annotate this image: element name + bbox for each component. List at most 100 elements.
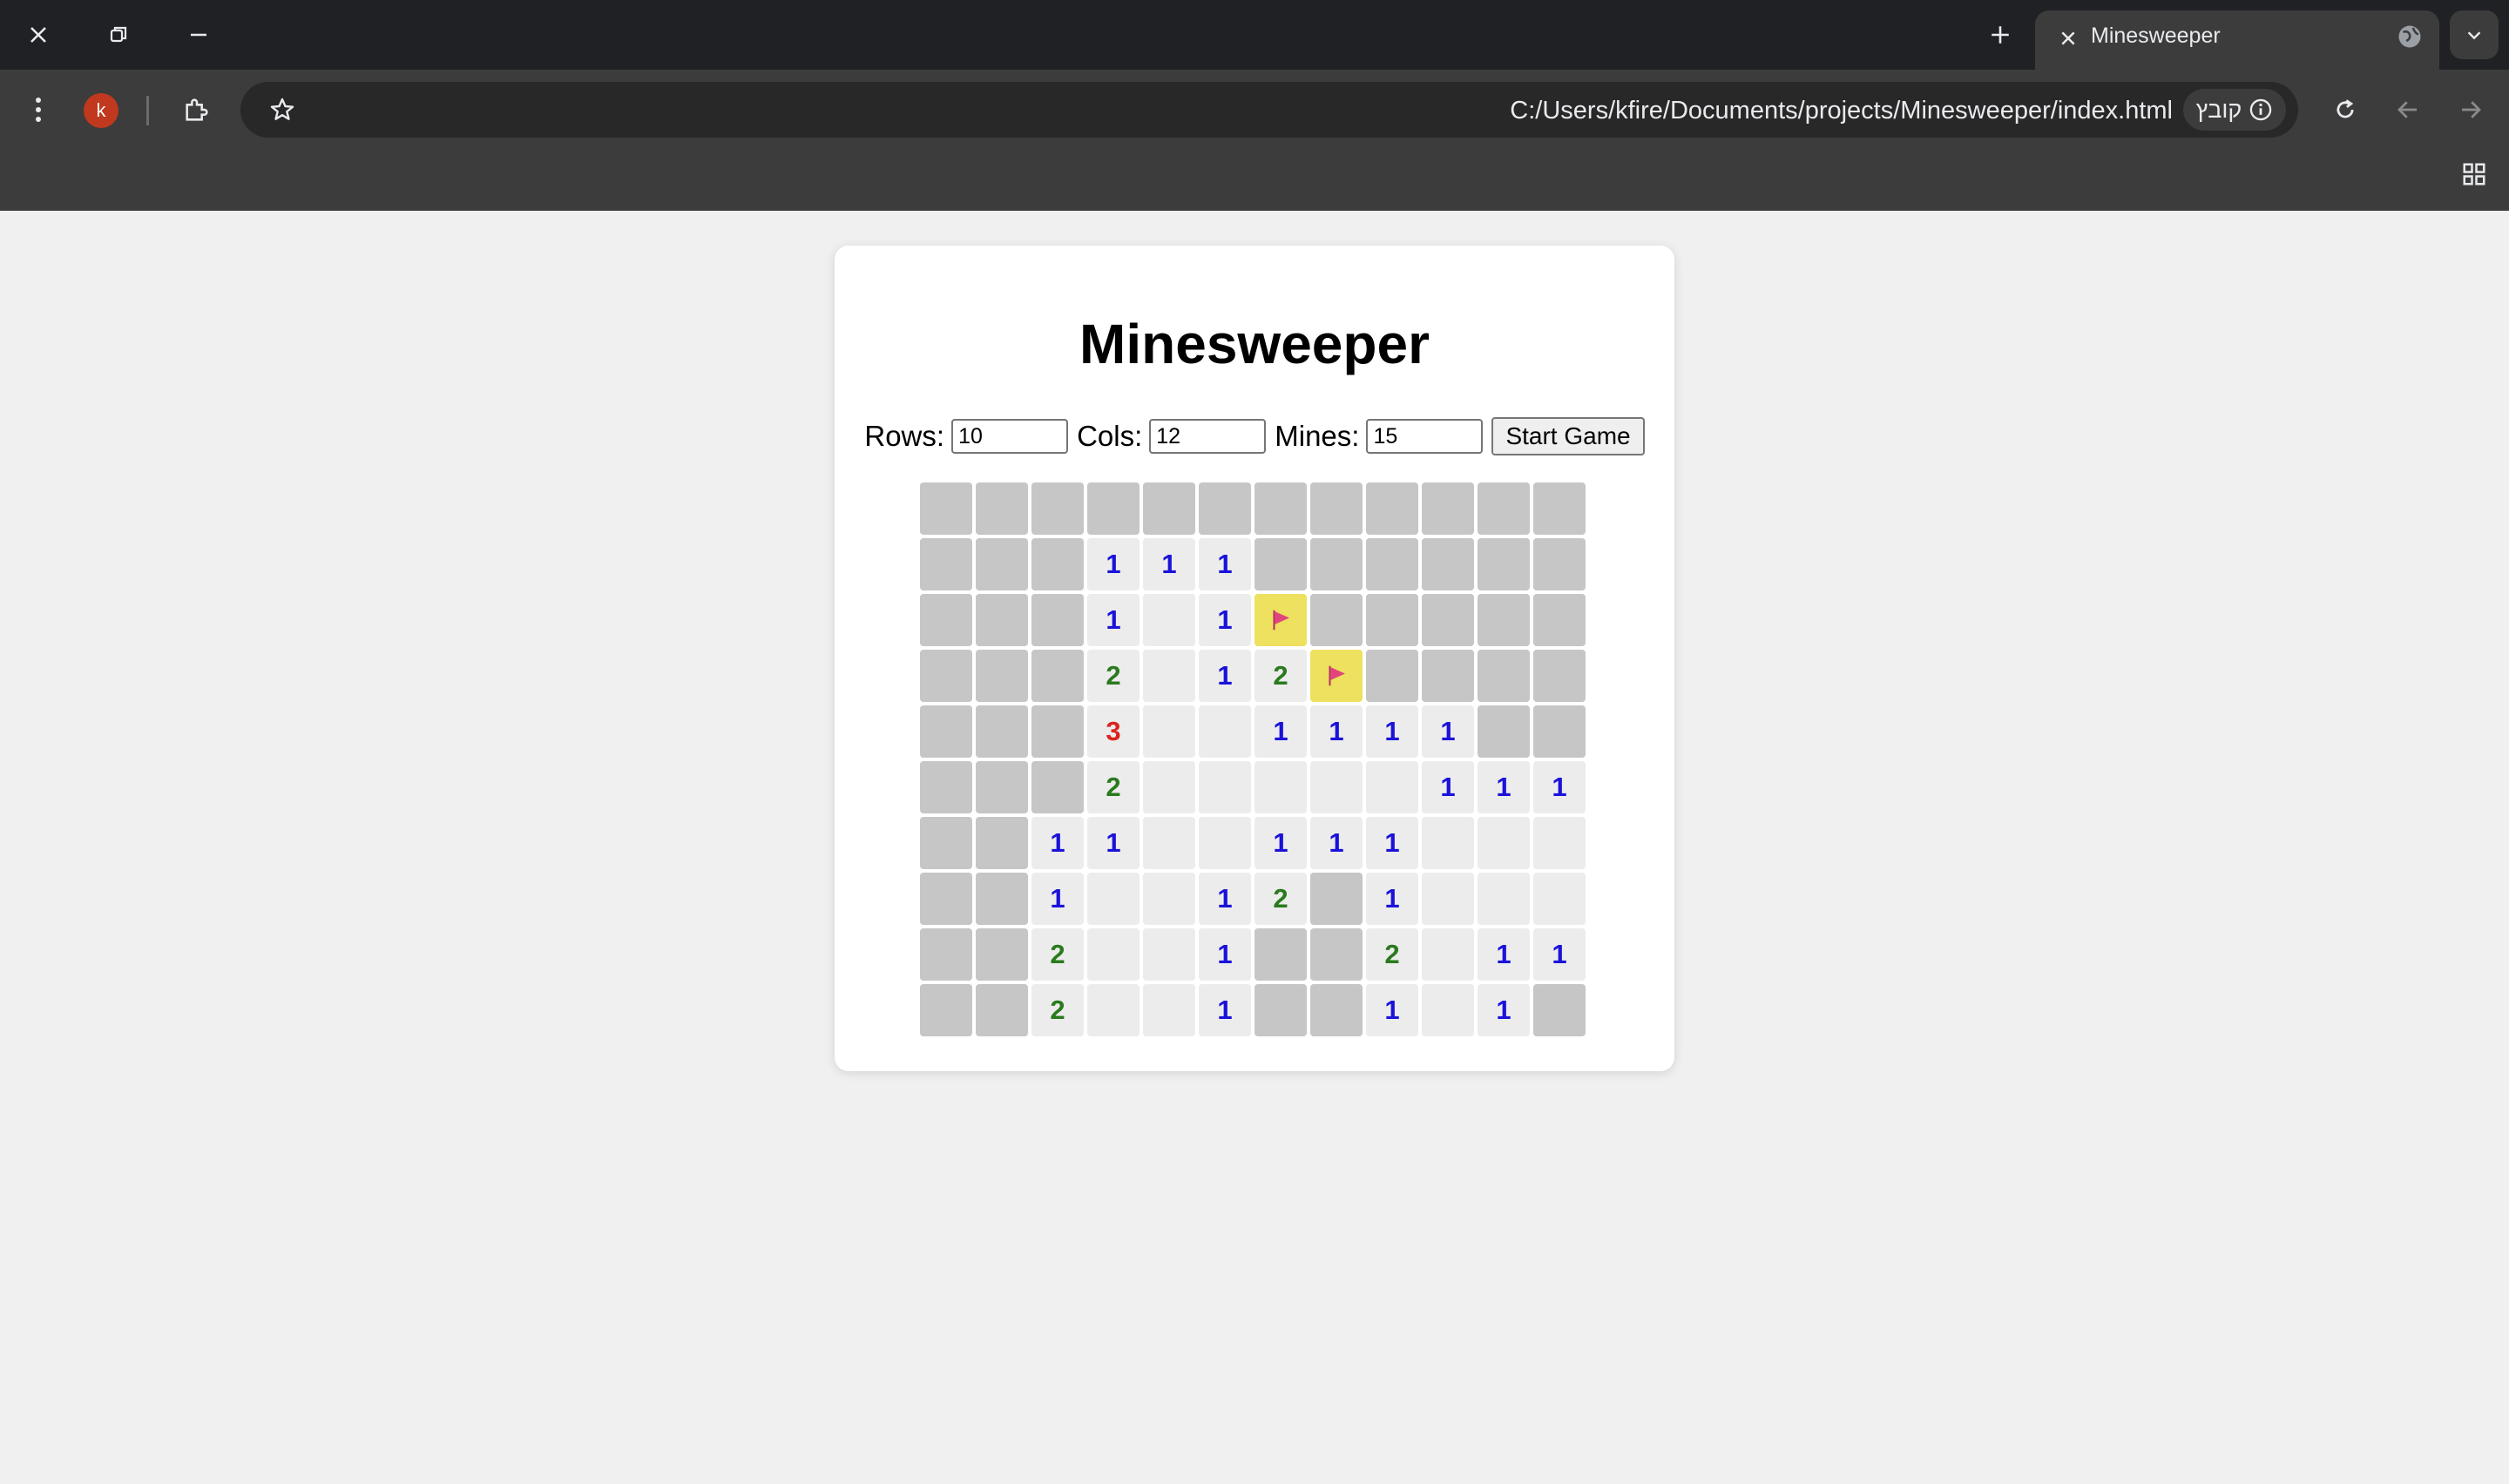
number-cell[interactable]: 3 [1087, 705, 1140, 758]
number-cell[interactable]: 1 [1254, 705, 1307, 758]
number-cell[interactable]: 1 [1478, 984, 1530, 1036]
number-cell[interactable]: 1 [1422, 761, 1474, 813]
hidden-cell[interactable] [1031, 650, 1084, 702]
hidden-cell[interactable] [1533, 594, 1586, 646]
browser-menu-button[interactable] [14, 85, 63, 134]
open-cell[interactable] [1254, 761, 1307, 813]
close-window-button[interactable] [10, 10, 66, 59]
hidden-cell[interactable] [1478, 594, 1530, 646]
hidden-cell[interactable] [920, 482, 972, 535]
hidden-cell[interactable] [976, 538, 1028, 590]
number-cell[interactable]: 1 [1199, 594, 1251, 646]
hidden-cell[interactable] [1310, 594, 1363, 646]
hidden-cell[interactable] [1533, 984, 1586, 1036]
open-cell[interactable] [1087, 928, 1140, 981]
hidden-cell[interactable] [1478, 705, 1530, 758]
number-cell[interactable]: 1 [1031, 817, 1084, 869]
hidden-cell[interactable] [1031, 482, 1084, 535]
number-cell[interactable]: 2 [1087, 761, 1140, 813]
number-cell[interactable]: 2 [1087, 650, 1140, 702]
hidden-cell[interactable] [1366, 538, 1418, 590]
hidden-cell[interactable] [1254, 482, 1307, 535]
hidden-cell[interactable] [1478, 482, 1530, 535]
number-cell[interactable]: 2 [1254, 650, 1307, 702]
hidden-cell[interactable] [920, 928, 972, 981]
rows-input[interactable] [951, 419, 1069, 454]
hidden-cell[interactable] [1310, 873, 1363, 925]
tab-close-button[interactable] [2053, 23, 2084, 54]
open-cell[interactable] [1143, 817, 1195, 869]
hidden-cell[interactable] [1533, 705, 1586, 758]
open-cell[interactable] [1143, 650, 1195, 702]
open-cell[interactable] [1143, 761, 1195, 813]
hidden-cell[interactable] [1031, 594, 1084, 646]
hidden-cell[interactable] [920, 873, 972, 925]
hidden-cell[interactable] [1310, 984, 1363, 1036]
number-cell[interactable]: 1 [1087, 538, 1140, 590]
number-cell[interactable]: 1 [1366, 984, 1418, 1036]
hidden-cell[interactable] [1422, 482, 1474, 535]
hidden-cell[interactable] [976, 594, 1028, 646]
open-cell[interactable] [1422, 873, 1474, 925]
tab-minesweeper[interactable]: Minesweeper [2035, 10, 2439, 70]
open-cell[interactable] [1143, 594, 1195, 646]
number-cell[interactable]: 1 [1031, 873, 1084, 925]
hidden-cell[interactable] [1254, 538, 1307, 590]
hidden-cell[interactable] [976, 650, 1028, 702]
hidden-cell[interactable] [920, 705, 972, 758]
hidden-cell[interactable] [1533, 482, 1586, 535]
minimize-window-button[interactable] [171, 10, 227, 59]
site-info-chip[interactable]: קובץ [2183, 89, 2286, 131]
flagged-cell[interactable] [1310, 650, 1363, 702]
hidden-cell[interactable] [976, 817, 1028, 869]
start-game-button[interactable]: Start Game [1491, 417, 1645, 455]
back-button[interactable] [2384, 85, 2432, 134]
url-text[interactable]: C:/Users/kfire/Documents/projects/Minesw… [1510, 82, 2173, 138]
number-cell[interactable]: 1 [1310, 705, 1363, 758]
number-cell[interactable]: 1 [1087, 817, 1140, 869]
hidden-cell[interactable] [920, 594, 972, 646]
number-cell[interactable]: 1 [1533, 761, 1586, 813]
address-bar[interactable]: C:/Users/kfire/Documents/projects/Minesw… [240, 82, 2298, 138]
number-cell[interactable]: 1 [1366, 705, 1418, 758]
hidden-cell[interactable] [1310, 538, 1363, 590]
number-cell[interactable]: 1 [1366, 817, 1418, 869]
open-cell[interactable] [1478, 817, 1530, 869]
number-cell[interactable]: 1 [1422, 705, 1474, 758]
number-cell[interactable]: 2 [1366, 928, 1418, 981]
forward-button[interactable] [2446, 85, 2495, 134]
extensions-button[interactable] [172, 85, 221, 134]
hidden-cell[interactable] [1533, 650, 1586, 702]
profile-avatar[interactable]: k [84, 93, 118, 128]
number-cell[interactable]: 1 [1366, 873, 1418, 925]
open-cell[interactable] [1143, 705, 1195, 758]
tab-search-button[interactable] [2450, 10, 2499, 59]
hidden-cell[interactable] [976, 705, 1028, 758]
open-cell[interactable] [1199, 705, 1251, 758]
hidden-cell[interactable] [976, 984, 1028, 1036]
number-cell[interactable]: 1 [1199, 873, 1251, 925]
number-cell[interactable]: 1 [1533, 928, 1586, 981]
hidden-cell[interactable] [1422, 538, 1474, 590]
number-cell[interactable]: 1 [1199, 538, 1251, 590]
new-tab-button[interactable] [1976, 10, 2025, 59]
hidden-cell[interactable] [976, 761, 1028, 813]
number-cell[interactable]: 1 [1254, 817, 1307, 869]
bookmark-button[interactable] [260, 87, 305, 132]
open-cell[interactable] [1087, 984, 1140, 1036]
number-cell[interactable]: 2 [1254, 873, 1307, 925]
apps-button[interactable] [2450, 150, 2499, 199]
hidden-cell[interactable] [920, 984, 972, 1036]
open-cell[interactable] [1533, 817, 1586, 869]
reload-button[interactable] [2321, 85, 2370, 134]
hidden-cell[interactable] [920, 538, 972, 590]
open-cell[interactable] [1143, 928, 1195, 981]
hidden-cell[interactable] [1366, 650, 1418, 702]
open-cell[interactable] [1478, 873, 1530, 925]
open-cell[interactable] [1143, 873, 1195, 925]
hidden-cell[interactable] [920, 761, 972, 813]
hidden-cell[interactable] [1366, 482, 1418, 535]
cols-input[interactable] [1149, 419, 1267, 454]
number-cell[interactable]: 1 [1143, 538, 1195, 590]
hidden-cell[interactable] [1422, 650, 1474, 702]
